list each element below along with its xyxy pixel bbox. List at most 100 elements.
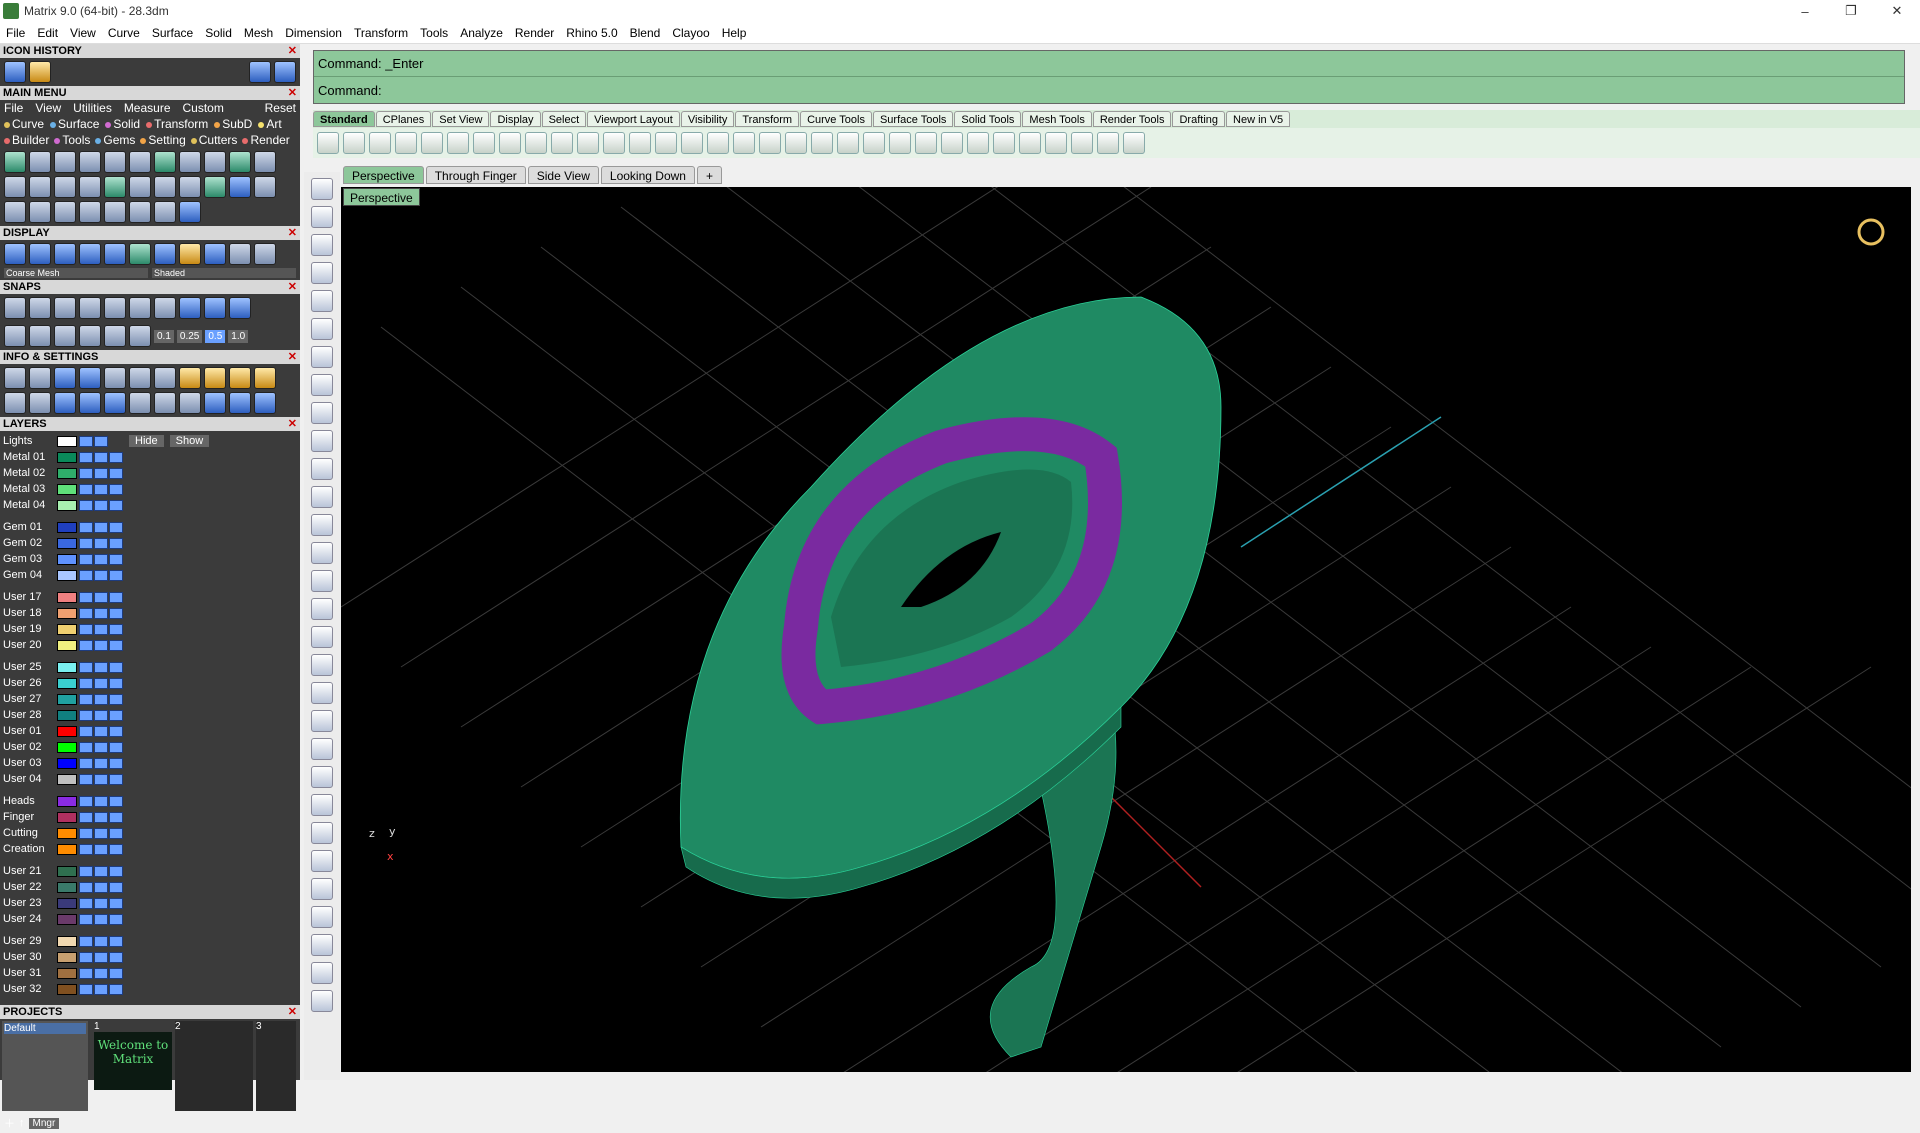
menu-edit[interactable]: Edit [31,26,64,40]
viewport-grid-icon[interactable] [4,392,26,414]
close-icon[interactable]: ✕ [288,1005,297,1019]
point-snap-icon[interactable] [54,297,76,319]
layer-color-swatch[interactable] [57,693,77,705]
rendered-sphere-icon[interactable] [79,243,101,265]
perp-snap-icon[interactable] [104,297,126,319]
notes-icon[interactable] [129,367,151,389]
cat-subd[interactable]: SubD [214,117,252,131]
menu-file[interactable]: File [0,26,31,40]
close-icon[interactable]: ✕ [288,280,297,294]
cat-surface[interactable]: Surface [50,117,99,131]
tab-render-tools[interactable]: Render Tools [1092,111,1172,127]
curve-icon[interactable] [4,201,26,223]
hide-button[interactable]: Hide [129,435,164,447]
grid-snap-icon[interactable] [229,297,251,319]
layer-color-swatch[interactable] [57,795,77,807]
layer-row[interactable]: User 17 [3,589,151,605]
globe-icon[interactable] [204,176,226,198]
menu-analyze[interactable]: Analyze [454,26,509,40]
layer-toggle[interactable] [94,757,108,769]
snap-value-3[interactable]: 1.0 [228,329,249,343]
array-icon[interactable] [104,176,126,198]
grid-dots-icon[interactable] [311,990,333,1012]
layer-toggle[interactable] [94,811,108,823]
layer-color-swatch[interactable] [57,591,77,603]
layer-color-swatch[interactable] [57,811,77,823]
split-icon[interactable] [311,710,333,732]
layer-toggle[interactable] [79,499,93,511]
monitor-icon[interactable] [29,392,51,414]
layer-color-swatch[interactable] [57,537,77,549]
menu-rhino5[interactable]: Rhino 5.0 [560,26,623,40]
channel-icon[interactable] [204,151,226,173]
manager-button[interactable]: Mngr [28,1117,60,1129]
layer-toggle[interactable] [94,827,108,839]
layer-row[interactable]: User 30 [3,949,151,965]
fillet-curve-icon[interactable] [311,430,333,452]
layer-toggle[interactable] [79,881,93,893]
cut-icon[interactable] [447,132,469,154]
menu-blend[interactable]: Blend [624,26,667,40]
curve-icon[interactable] [311,262,333,284]
control-points-icon[interactable] [311,850,333,872]
layer-row[interactable]: User 26 [3,675,151,691]
zoom-extents-icon[interactable] [655,132,677,154]
surface-icon[interactable] [311,458,333,480]
layer-toggle[interactable] [109,951,123,963]
mesh-quality-select[interactable]: Coarse Mesh [4,268,148,278]
twist-icon[interactable] [54,176,76,198]
layer-row[interactable]: Gem 04 [3,567,151,583]
cat-cutters[interactable]: Cutters [190,133,237,147]
extrude-icon[interactable] [311,486,333,508]
layer-toggle[interactable] [79,795,93,807]
show-button[interactable]: Show [169,435,210,447]
layer-row[interactable]: User 21 [3,863,151,879]
import-icon[interactable] [421,132,443,154]
layer-row[interactable]: User 22 [3,879,151,895]
mm-reset[interactable]: Reset [265,101,296,115]
box-icon[interactable] [311,514,333,536]
layer-color-swatch[interactable] [57,661,77,673]
close-button[interactable]: ✕ [1874,0,1920,22]
tab-solid-tools[interactable]: Solid Tools [954,111,1022,127]
tab-cplanes[interactable]: CPlanes [375,111,432,127]
project-slot-1[interactable]: 1 Welcome to Matrix [94,1021,172,1111]
layer-toggle[interactable] [79,827,93,839]
lights-swatch[interactable] [57,435,77,447]
layer-toggle[interactable] [94,935,108,947]
scale-icon[interactable] [154,176,176,198]
layer-toggle[interactable] [94,913,108,925]
rectangle-icon[interactable] [311,374,333,396]
layer-toggle[interactable] [109,935,123,947]
cylinder-icon[interactable] [79,392,101,414]
mm-utilities[interactable]: Utilities [73,101,112,115]
save-icon[interactable] [104,367,126,389]
layer-toggle[interactable] [109,499,123,511]
near-snap-icon[interactable] [29,297,51,319]
layer-color-swatch[interactable] [57,881,77,893]
layer-color-swatch[interactable] [57,569,77,581]
gumball-icon[interactable] [179,176,201,198]
four-view-icon[interactable] [733,132,755,154]
solid-edit-icon[interactable] [311,934,333,956]
layer-toggle[interactable] [94,983,108,995]
layer-toggle[interactable] [94,693,108,705]
pencil-icon[interactable] [54,325,76,347]
network-icon[interactable] [229,176,251,198]
layer-row[interactable]: User 25 [3,659,151,675]
sphere-icon[interactable] [229,151,251,173]
layer-row[interactable]: User 29 [3,933,151,949]
layer-row[interactable]: User 02 [3,739,151,755]
layer-toggle[interactable] [109,677,123,689]
layer-toggle[interactable] [94,499,108,511]
snap-icon[interactable] [1097,132,1119,154]
select-points-icon[interactable] [837,132,859,154]
loft-icon[interactable] [254,151,276,173]
boolean-icon[interactable] [311,542,333,564]
settings-icon[interactable] [4,367,26,389]
camera-icon[interactable] [229,392,251,414]
layer-color-swatch[interactable] [57,607,77,619]
menu-clayoo[interactable]: Clayoo [666,26,715,40]
restore-button[interactable]: ❐ [1828,0,1874,22]
quad-snap-icon[interactable] [154,297,176,319]
